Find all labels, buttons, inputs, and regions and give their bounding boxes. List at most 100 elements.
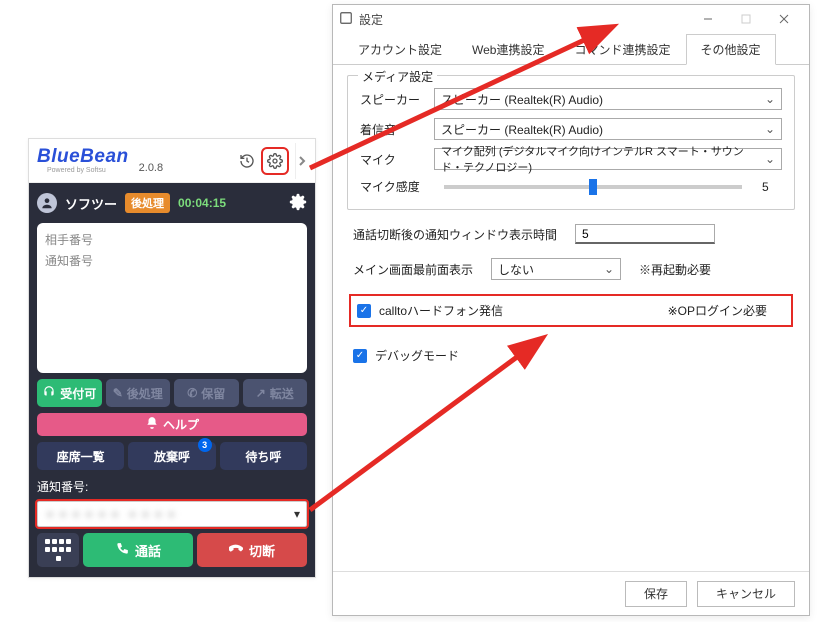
abandon-label: 放棄呼 [154, 448, 190, 465]
bluebean-powered: Powered by Softsu [47, 167, 129, 174]
mic-label: マイク [360, 151, 424, 168]
memo-partner-placeholder: 相手番号 [45, 231, 299, 248]
post-display-label: 通話切断後の通知ウィンドウ表示時間 [353, 226, 557, 243]
dial-row: 通話 切断 [37, 533, 307, 567]
bluebean-body: ソフツー 後処理 00:04:15 相手番号 通知番号 受付可 ✎ 後処理 [29, 183, 315, 577]
hangup-button[interactable]: 切断 [197, 533, 307, 567]
bluebean-client-window: BlueBean Powered by Softsu 2.0.8 ソフツー 後処… [28, 138, 316, 578]
foreground-label: メイン画面最前面表示 [353, 261, 473, 278]
speaker-select[interactable]: スピーカー (Realtek(R) Audio) ⌄ [434, 88, 782, 110]
titlebar[interactable]: 設定 [333, 5, 809, 33]
hold-button[interactable]: ✆ 保留 [174, 379, 239, 407]
slider-thumb[interactable] [589, 179, 597, 195]
waiting-label: 待ち呼 [245, 448, 281, 465]
ringer-value: スピーカー (Realtek(R) Audio) [441, 121, 603, 138]
transfer-label: 転送 [270, 385, 294, 402]
call-button[interactable]: 通話 [83, 533, 193, 567]
help-button[interactable]: ヘルプ [37, 413, 307, 436]
debug-checkbox[interactable]: ✓ [353, 349, 367, 363]
callto-row: ✓ calltoハードフォン発信 ※OPログイン必要 [349, 294, 793, 327]
close-button[interactable] [765, 7, 803, 31]
ringer-select[interactable]: スピーカー (Realtek(R) Audio) ⌄ [434, 118, 782, 140]
mic-sens-value: 5 [762, 180, 782, 194]
help-label: ヘルプ [163, 416, 199, 433]
seatlist-button[interactable]: 座席一覧 [37, 442, 124, 470]
history-icon[interactable] [235, 149, 259, 173]
callto-note: ※OPログイン必要 [668, 302, 767, 319]
avatar [37, 193, 57, 213]
postproc-label: 後処理 [127, 385, 163, 402]
mic-sens-slider[interactable] [444, 185, 742, 189]
hangup-label: 切断 [249, 541, 275, 560]
postproc-button[interactable]: ✎ 後処理 [106, 379, 171, 407]
gear-icon[interactable] [263, 149, 287, 173]
status-badge[interactable]: 後処理 [125, 193, 170, 213]
hold-label: 保留 [201, 385, 225, 402]
foreground-row: メイン画面最前面表示 しない ⌄ ※再起動必要 [353, 258, 795, 280]
tab-account[interactable]: アカウント設定 [343, 34, 457, 65]
accept-label: 受付可 [60, 385, 96, 402]
action-row-1: 受付可 ✎ 後処理 ✆ 保留 ↗ 転送 [37, 379, 307, 407]
action-row-3: 座席一覧 放棄呼 3 待ち呼 [37, 442, 307, 470]
speaker-label: スピーカー [360, 91, 424, 108]
settings-footer: 保存 キャンセル [333, 571, 809, 615]
bluebean-version: 2.0.8 [139, 162, 163, 174]
headset-icon [42, 385, 56, 402]
chevron-down-icon: ⌄ [765, 122, 775, 136]
bluebean-header: BlueBean Powered by Softsu 2.0.8 [29, 139, 315, 183]
settings-body: メディア設定 スピーカー スピーカー (Realtek(R) Audio) ⌄ … [333, 65, 809, 571]
username: ソフツー [65, 194, 117, 213]
save-button[interactable]: 保存 [625, 581, 687, 607]
tab-web[interactable]: Web連携設定 [457, 34, 559, 65]
accept-button[interactable]: 受付可 [37, 379, 102, 407]
post-display-input[interactable] [575, 224, 715, 244]
debug-row: ✓ デバッグモード [347, 341, 795, 370]
gear-icon[interactable] [289, 193, 307, 214]
chevron-right-icon[interactable] [295, 143, 307, 179]
tab-command[interactable]: コマンド連携設定 [559, 34, 685, 65]
phone-icon: ✆ [187, 386, 197, 400]
status-bar: ソフツー 後処理 00:04:15 [37, 189, 307, 217]
notify-number-value: ＊＊＊＊＊＊ ＊＊＊＊ [44, 506, 178, 523]
notify-number-select[interactable]: ＊＊＊＊＊＊ ＊＊＊＊ ▾ [37, 501, 307, 527]
chevron-down-icon: ⌄ [765, 152, 775, 166]
settings-title: 設定 [359, 11, 383, 28]
speaker-value: スピーカー (Realtek(R) Audio) [441, 91, 603, 108]
abandon-button[interactable]: 放棄呼 3 [128, 442, 215, 470]
minimize-button[interactable] [689, 7, 727, 31]
post-display-row: 通話切断後の通知ウィンドウ表示時間 [353, 224, 795, 244]
tab-other[interactable]: その他設定 [686, 34, 776, 65]
abandon-badge: 3 [198, 438, 212, 452]
foreground-note: ※再起動必要 [639, 261, 711, 278]
chevron-down-icon: ▾ [294, 507, 300, 521]
cancel-button[interactable]: キャンセル [697, 581, 795, 607]
settings-window: 設定 アカウント設定 Web連携設定 コマンド連携設定 その他設定 メディア設定… [332, 4, 810, 616]
maximize-button[interactable] [727, 7, 765, 31]
chevron-down-icon: ⌄ [765, 92, 775, 106]
waiting-button[interactable]: 待ち呼 [220, 442, 307, 470]
bell-icon [145, 416, 159, 433]
mic-value: マイク配列 (デジタルマイク向けインテルR スマート・サウンド・テクノロジー) [441, 143, 765, 175]
mic-sens-label: マイク感度 [360, 178, 424, 195]
foreground-select[interactable]: しない ⌄ [491, 258, 621, 280]
foreground-value: しない [498, 261, 534, 278]
transfer-icon: ↗ [256, 386, 266, 400]
transfer-button[interactable]: ↗ 転送 [243, 379, 308, 407]
settings-app-icon [339, 11, 353, 28]
debug-label: デバッグモード [375, 347, 459, 364]
bluebean-logo: BlueBean [37, 147, 129, 166]
note-icon: ✎ [113, 386, 123, 400]
chevron-down-icon: ⌄ [604, 262, 614, 276]
mic-select[interactable]: マイク配列 (デジタルマイク向けインテルR スマート・サウンド・テクノロジー) … [434, 148, 782, 170]
callto-checkbox[interactable]: ✓ [357, 304, 371, 318]
dialpad-button[interactable] [37, 533, 79, 567]
seatlist-label: 座席一覧 [57, 448, 105, 465]
media-legend: メディア設定 [358, 68, 437, 85]
phone-icon [115, 542, 129, 559]
notify-number-label: 通知番号: [37, 478, 307, 495]
call-label: 通話 [135, 541, 161, 560]
bluebean-logo-block: BlueBean Powered by Softsu [37, 147, 129, 174]
memo-area[interactable]: 相手番号 通知番号 [37, 223, 307, 373]
phone-down-icon [229, 542, 243, 559]
settings-tabs: アカウント設定 Web連携設定 コマンド連携設定 その他設定 [333, 33, 809, 65]
